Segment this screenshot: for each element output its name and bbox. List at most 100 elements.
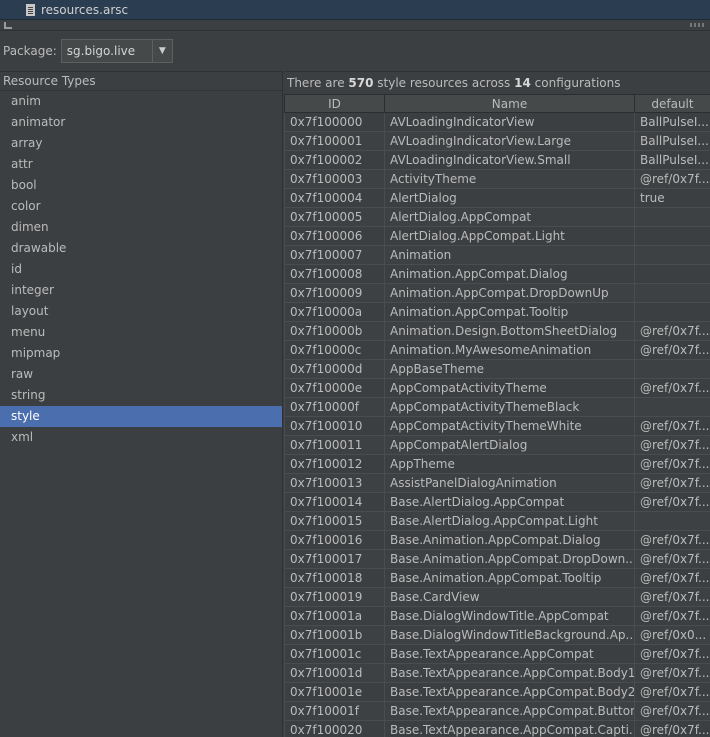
resource-name-cell: Base.TextAppearance.AppCompat.Body2 — [384, 682, 635, 702]
table-row[interactable]: 0x7f100015 Base.AlertDialog.AppCompat.Lig… — [284, 511, 710, 531]
resource-id-cell: 0x7f10000e — [284, 378, 385, 398]
table-row[interactable]: 0x7f100005 AlertDialog.AppCompat — [284, 207, 710, 227]
resource-name-cell: Animation — [384, 245, 635, 265]
editor-tab-bar: resources.arsc — [0, 0, 710, 20]
table-row[interactable]: 0x7f100013 AssistPanelDialogAnimation @ref… — [284, 473, 710, 493]
resource-name-cell: Base.DialogWindowTitleBackground.Ap... — [384, 625, 635, 645]
table-row[interactable]: 0x7f100018 Base.Animation.AppCompat.Toolt… — [284, 568, 710, 588]
resource-type-item[interactable]: anim — [0, 91, 282, 112]
table-row[interactable]: 0x7f10000c Animation.MyAwesomeAnimation @r… — [284, 340, 710, 360]
table-row[interactable]: 0x7f10000a Animation.AppCompat.Tooltip — [284, 302, 710, 322]
resource-name-cell: ActivityTheme — [384, 169, 635, 189]
structure-icon[interactable] — [4, 22, 12, 29]
table-row[interactable]: 0x7f100002 AVLoadingIndicatorView.Small Ba… — [284, 150, 710, 170]
resource-name-cell: Base.TextAppearance.AppCompat — [384, 644, 635, 664]
table-row[interactable]: 0x7f100016 Base.Animation.AppCompat.Dialo… — [284, 530, 710, 550]
resource-id-cell: 0x7f100011 — [284, 435, 385, 455]
resource-id-cell: 0x7f100007 — [284, 245, 385, 265]
resource-default-cell — [634, 302, 710, 322]
table-row[interactable]: 0x7f100009 Animation.AppCompat.DropDownUp — [284, 283, 710, 303]
package-label: Package: — [3, 44, 57, 58]
resource-id-cell: 0x7f100016 — [284, 530, 385, 550]
resource-name-cell: AVLoadingIndicatorView.Small — [384, 150, 635, 170]
table-row[interactable]: 0x7f100003 ActivityTheme @ref/0x7f... — [284, 169, 710, 189]
resource-name-cell: Base.CardView — [384, 587, 635, 607]
resource-id-cell: 0x7f100006 — [284, 226, 385, 246]
table-row[interactable]: 0x7f100014 Base.AlertDialog.AppCompat @ref… — [284, 492, 710, 512]
resource-name-cell: Animation.AppCompat.Dialog — [384, 264, 635, 284]
resource-type-item[interactable]: integer — [0, 280, 282, 301]
table-row[interactable]: 0x7f10000b Animation.Design.BottomSheetDi… — [284, 321, 710, 341]
resource-id-cell: 0x7f10001e — [284, 682, 385, 702]
column-header-id[interactable]: ID — [284, 94, 385, 113]
resource-id-cell: 0x7f100012 — [284, 454, 385, 474]
table-row[interactable]: 0x7f100007 Animation — [284, 245, 710, 265]
table-row[interactable]: 0x7f100000 AVLoadingIndicatorView BallPuls… — [284, 112, 710, 132]
resource-type-item[interactable]: xml — [0, 427, 282, 448]
resource-type-item[interactable]: raw — [0, 364, 282, 385]
table-row[interactable]: 0x7f10000e AppCompatActivityTheme @ref/0x7… — [284, 378, 710, 398]
resource-default-cell: @ref/0x7f... — [634, 435, 710, 455]
table-row[interactable]: 0x7f100011 AppCompatAlertDialog @ref/0x7f.… — [284, 435, 710, 455]
tab-resources-arsc[interactable]: resources.arsc — [24, 0, 134, 20]
chevron-down-icon[interactable]: ▼ — [151, 40, 172, 62]
resource-type-item[interactable]: dimen — [0, 217, 282, 238]
resource-type-item[interactable]: color — [0, 196, 282, 217]
column-header-name[interactable]: Name — [384, 94, 635, 113]
resource-default-cell: @ref/0x7f... — [634, 321, 710, 341]
resource-default-cell: @ref/0x7f... — [634, 644, 710, 664]
table-row[interactable]: 0x7f100004 AlertDialog true — [284, 188, 710, 208]
table-row[interactable]: 0x7f100006 AlertDialog.AppCompat.Light — [284, 226, 710, 246]
resource-default-cell — [634, 245, 710, 265]
resource-type-item[interactable]: attr — [0, 154, 282, 175]
resource-name-cell: AppTheme — [384, 454, 635, 474]
resource-id-cell: 0x7f100010 — [284, 416, 385, 436]
table-row[interactable]: 0x7f10001c Base.TextAppearance.AppCompat @… — [284, 644, 710, 664]
resource-default-cell: @ref/0x7f... — [634, 701, 710, 721]
table-row[interactable]: 0x7f100010 AppCompatActivityThemeWhite @re… — [284, 416, 710, 436]
resource-type-item[interactable]: style — [0, 406, 282, 427]
resource-id-cell: 0x7f10001c — [284, 644, 385, 664]
table-row[interactable]: 0x7f10001a Base.DialogWindowTitle.AppComp… — [284, 606, 710, 626]
table-row[interactable]: 0x7f10000f AppCompatActivityThemeBlack — [284, 397, 710, 417]
resource-default-cell: true — [634, 188, 710, 208]
resource-type-item[interactable]: menu — [0, 322, 282, 343]
resource-type-item[interactable]: animator — [0, 112, 282, 133]
table-header-row: ID Name default — [284, 94, 710, 113]
resource-id-cell: 0x7f100015 — [284, 511, 385, 531]
resource-id-cell: 0x7f10001a — [284, 606, 385, 626]
resource-id-cell: 0x7f100003 — [284, 169, 385, 189]
table-row[interactable]: 0x7f10001e Base.TextAppearance.AppCompat.… — [284, 682, 710, 702]
resource-type-item[interactable]: id — [0, 259, 282, 280]
column-header-default[interactable]: default — [634, 94, 710, 113]
resource-summary: There are 570 style resources across 14 … — [284, 72, 710, 94]
resource-default-cell: @ref/0x7f... — [634, 416, 710, 436]
table-row[interactable]: 0x7f10000d AppBaseTheme — [284, 359, 710, 379]
resource-type-item[interactable]: bool — [0, 175, 282, 196]
resource-default-cell: @ref/0x7f... — [634, 606, 710, 626]
resource-type-item[interactable]: layout — [0, 301, 282, 322]
table-row[interactable]: 0x7f100008 Animation.AppCompat.Dialog — [284, 264, 710, 284]
table-row[interactable]: 0x7f100001 AVLoadingIndicatorView.Large Ba… — [284, 131, 710, 151]
resource-name-cell: Animation.MyAwesomeAnimation — [384, 340, 635, 360]
table-row[interactable]: 0x7f100019 Base.CardView @ref/0x7f... — [284, 587, 710, 607]
resource-type-item[interactable]: string — [0, 385, 282, 406]
resource-default-cell: @ref/0x7f... — [634, 473, 710, 493]
resource-name-cell: AppCompatActivityTheme — [384, 378, 635, 398]
table-row[interactable]: 0x7f100020 Base.TextAppearance.AppCompat.… — [284, 720, 710, 737]
resource-id-cell: 0x7f10000c — [284, 340, 385, 360]
table-row[interactable]: 0x7f10001b Base.DialogWindowTitleBackgrou… — [284, 625, 710, 645]
resource-id-cell: 0x7f100001 — [284, 131, 385, 151]
resource-type-item[interactable]: mipmap — [0, 343, 282, 364]
resource-type-item[interactable]: array — [0, 133, 282, 154]
resource-name-cell: Base.TextAppearance.AppCompat.Capti... — [384, 720, 635, 737]
resource-type-item[interactable]: drawable — [0, 238, 282, 259]
table-row[interactable]: 0x7f10001d Base.TextAppearance.AppCompat.… — [284, 663, 710, 683]
table-row[interactable]: 0x7f10001f Base.TextAppearance.AppCompat.… — [284, 701, 710, 721]
drag-handle-icon[interactable] — [690, 23, 704, 27]
table-row[interactable]: 0x7f100012 AppTheme @ref/0x7f... — [284, 454, 710, 474]
resource-default-cell: @ref/0x7f... — [634, 454, 710, 474]
table-row[interactable]: 0x7f100017 Base.Animation.AppCompat.DropD… — [284, 549, 710, 569]
package-select[interactable]: sg.bigo.live ▼ — [60, 39, 173, 63]
summary-prefix: There are — [287, 76, 349, 90]
